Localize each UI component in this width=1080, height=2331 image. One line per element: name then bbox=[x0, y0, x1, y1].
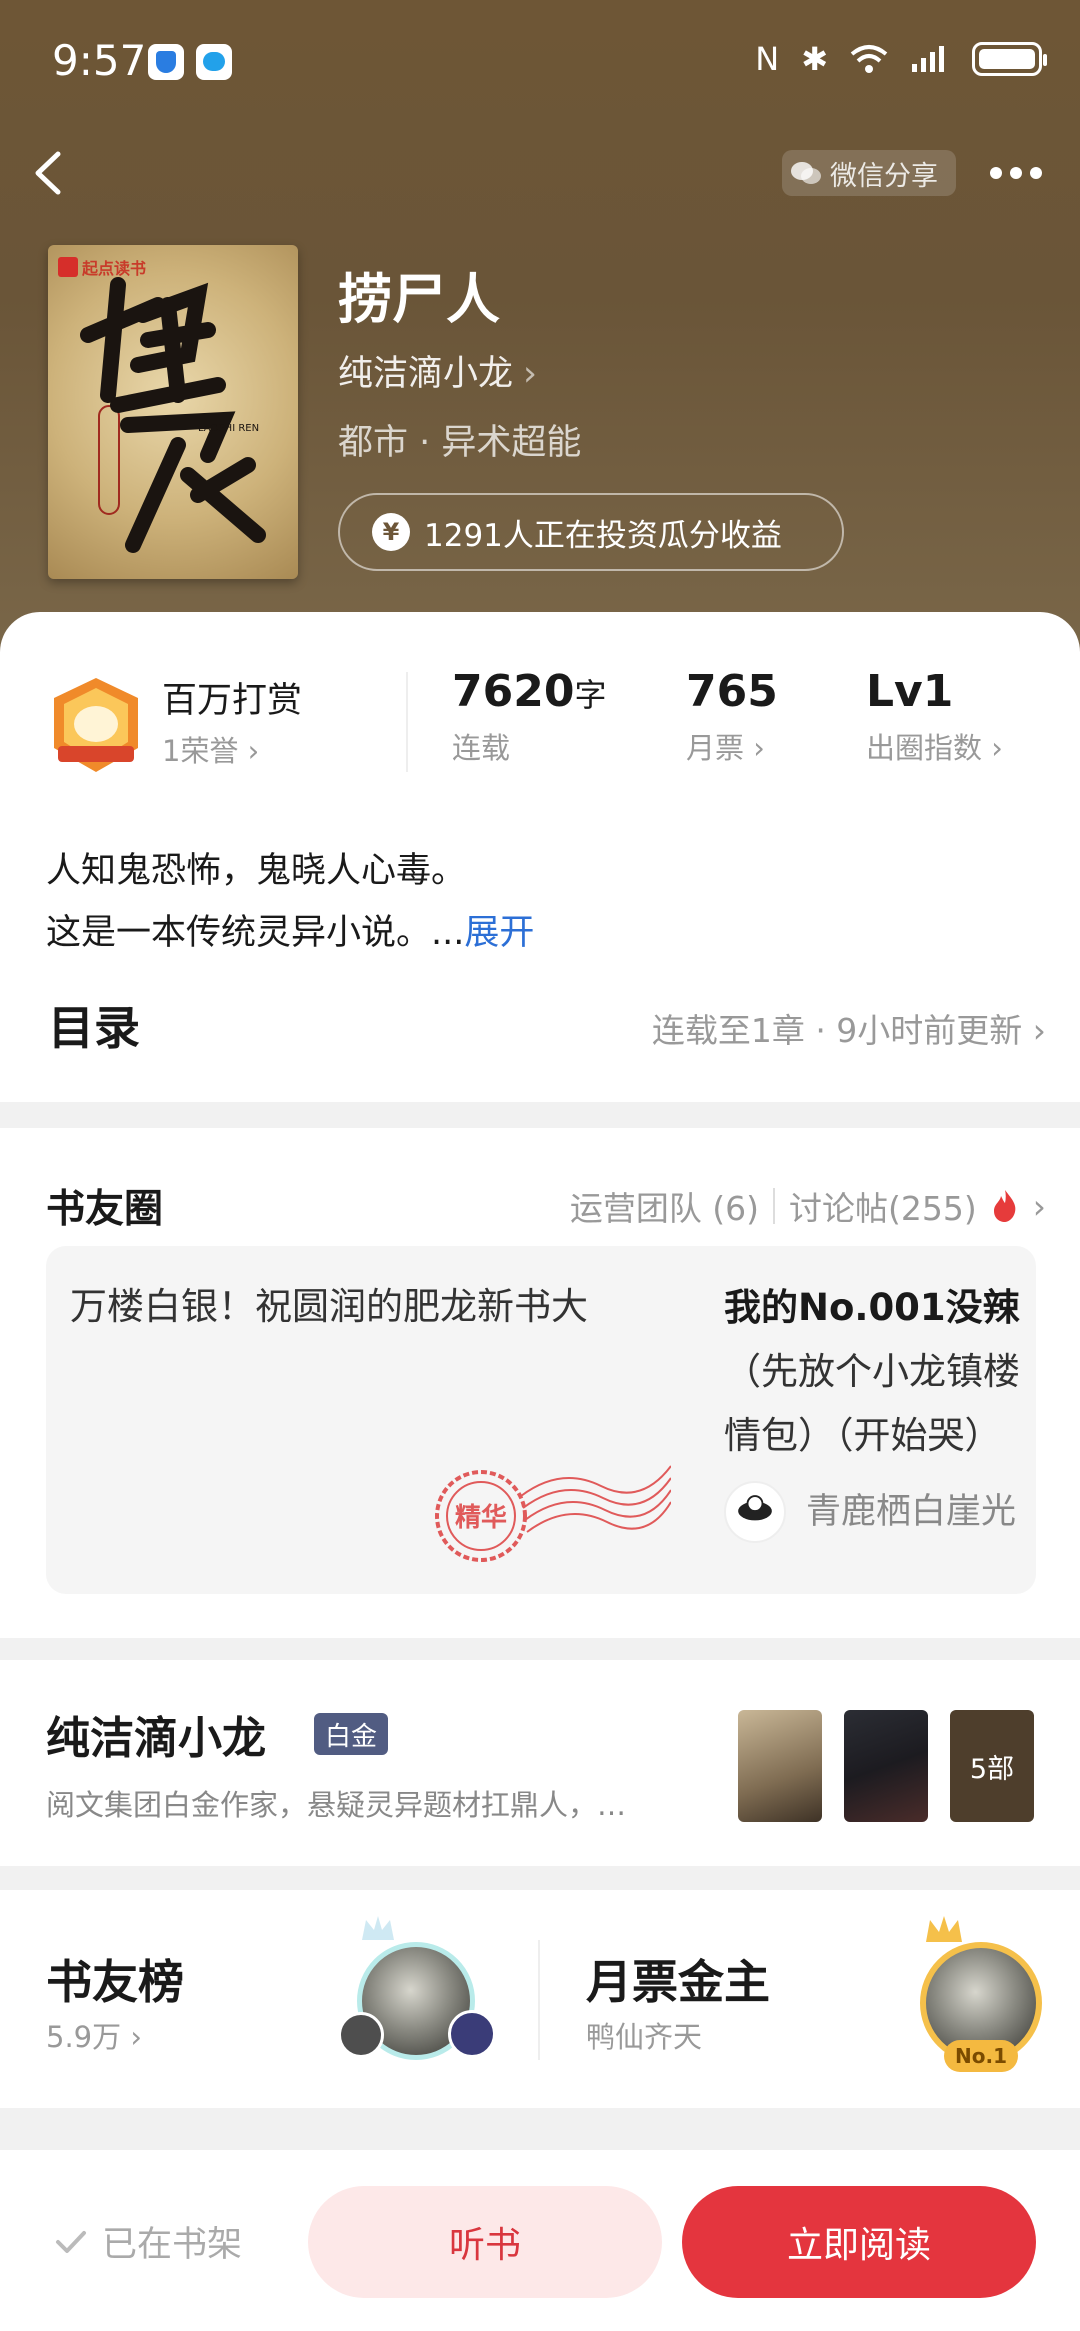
more-dot-icon bbox=[1030, 167, 1042, 179]
battery-icon bbox=[972, 42, 1047, 76]
more-dot-icon bbox=[990, 167, 1002, 179]
circle-title[interactable]: 书友圈 bbox=[46, 1178, 163, 1234]
status-indicators: N ✱ bbox=[755, 40, 1047, 78]
avatar[interactable] bbox=[338, 2012, 384, 2058]
post-card[interactable]: 我的No.001没辣 （先放个小龙镇楼 情包）（开始哭） 青鹿栖白崖光 bbox=[724, 1276, 1080, 1544]
word-count-stat: 7620字 连载 bbox=[452, 666, 607, 765]
ops-team-link[interactable]: 运营团队 (6) bbox=[570, 1182, 759, 1230]
chevron-right-icon: › bbox=[523, 354, 538, 394]
book-info-card: 百万打赏 1荣誉 › 7620字 连载 765 月票 › Lv1 出圈指数 › … bbox=[0, 612, 1080, 1102]
bluetooth-icon: ✱ bbox=[801, 40, 828, 78]
wifi-icon bbox=[850, 45, 888, 73]
divider bbox=[538, 1940, 540, 2060]
author-desc: 阅文集团白金作家，悬疑灵异题材扛鼎人，… bbox=[46, 1788, 627, 1822]
share-label: 微信分享 bbox=[830, 160, 938, 192]
check-icon bbox=[56, 2230, 86, 2253]
on-shelf-indicator[interactable]: 已在书架 bbox=[54, 2216, 242, 2267]
author-book-cover[interactable] bbox=[844, 1710, 928, 1822]
book-header: 9:57 N ✱ 微信分享 起点读书 LAOSHI REN 捞尸人 纯洁滴小龙 ›… bbox=[0, 0, 1080, 660]
reward-badge-icon bbox=[54, 678, 138, 772]
chevron-left-icon bbox=[35, 151, 61, 195]
patron-title[interactable]: 月票金主 bbox=[586, 1946, 770, 2012]
book-cover[interactable]: 起点读书 LAOSHI REN bbox=[48, 245, 298, 579]
divider bbox=[406, 672, 408, 772]
avatar bbox=[724, 1481, 786, 1543]
fans-count-link[interactable]: 5.9万 › bbox=[46, 2014, 142, 2056]
author-link[interactable]: 纯洁滴小龙 › bbox=[338, 345, 537, 396]
book-genre: 都市 · 异术超能 bbox=[338, 423, 582, 463]
circle-meta[interactable]: 运营团队 (6) 讨论帖(255) › bbox=[570, 1182, 1046, 1230]
fans-rank-title[interactable]: 书友榜 bbox=[46, 1946, 184, 2012]
nfc-icon: N bbox=[755, 40, 780, 78]
more-dot-icon bbox=[1010, 167, 1022, 179]
message-app-icon bbox=[196, 44, 232, 80]
crown-icon bbox=[362, 1916, 394, 1940]
gold-crown-icon bbox=[926, 1916, 962, 1942]
invest-text: 1291人正在投资瓜分收益 bbox=[424, 517, 782, 554]
chevron-right-icon: › bbox=[1032, 1011, 1046, 1050]
chevron-right-icon: › bbox=[753, 731, 765, 765]
author-name: 纯洁滴小龙 bbox=[46, 1713, 266, 1764]
chevron-right-icon: › bbox=[1032, 1186, 1046, 1226]
author-section[interactable]: 纯洁滴小龙 白金 阅文集团白金作家，悬疑灵异题材扛鼎人，… 5部 bbox=[0, 1660, 1080, 1866]
bottom-action-bar: 已在书架 听书 立即阅读 bbox=[0, 2150, 1080, 2331]
platinum-badge: 白金 bbox=[314, 1713, 388, 1755]
back-button[interactable] bbox=[30, 148, 66, 198]
book-intro: 人知鬼恐怖，鬼晓人心毒。 这是一本传统灵异小说。...展开 bbox=[46, 851, 535, 953]
yen-icon: ¥ bbox=[372, 513, 410, 551]
author-book-cover[interactable] bbox=[738, 1710, 822, 1822]
patron-name: 鸭仙齐天 bbox=[586, 2020, 703, 2054]
rank-badge: No.1 bbox=[944, 2040, 1018, 2072]
divider bbox=[773, 1188, 776, 1224]
expand-link[interactable]: 展开 bbox=[464, 913, 534, 953]
post-title: 万楼白银！祝圆润的肥龙新书大 bbox=[70, 1285, 588, 1328]
cover-title-art bbox=[80, 277, 266, 553]
flame-icon bbox=[993, 1190, 1016, 1222]
more-options-button[interactable] bbox=[990, 155, 1050, 191]
book-title: 捞尸人 bbox=[338, 268, 500, 331]
chevron-right-icon: › bbox=[130, 2020, 142, 2054]
book-friends-circle: 书友圈 运营团队 (6) 讨论帖(255) › 万楼白银！祝圆润的肥龙新书大 精… bbox=[0, 1128, 1080, 1638]
cover-english: LAOSHI REN bbox=[198, 423, 260, 434]
wechat-icon bbox=[791, 162, 821, 184]
wechat-share-button[interactable]: 微信分享 bbox=[782, 150, 956, 196]
post-author: 青鹿栖白崖光 bbox=[724, 1480, 1080, 1544]
level-stat[interactable]: Lv1 出圈指数 › bbox=[866, 666, 1003, 767]
status-bar: 9:57 N ✱ bbox=[0, 0, 1080, 125]
discussion-count[interactable]: 讨论帖(255) bbox=[789, 1182, 977, 1230]
svg-text:精华: 精华 bbox=[455, 1502, 507, 1533]
chevron-right-icon: › bbox=[247, 734, 260, 768]
ranking-section: 书友榜 5.9万 › 月票金主 鸭仙齐天 No.1 bbox=[0, 1890, 1080, 2108]
post-title: 我的No.001没辣 bbox=[724, 1286, 1020, 1329]
shield-app-icon bbox=[148, 44, 184, 80]
avatar[interactable] bbox=[448, 2010, 496, 2058]
chevron-right-icon: › bbox=[991, 731, 1003, 765]
more-books-button[interactable]: 5部 bbox=[950, 1710, 1034, 1822]
signal-icon bbox=[912, 46, 944, 72]
toc-link[interactable]: 连载至1章 · 9小时前更新 › bbox=[652, 1004, 1046, 1052]
status-time: 9:57 bbox=[52, 36, 147, 85]
listen-button[interactable]: 听书 bbox=[308, 2186, 662, 2298]
read-now-button[interactable]: 立即阅读 bbox=[682, 2186, 1036, 2298]
honor-link[interactable]: 1荣誉 › bbox=[162, 728, 259, 770]
featured-stamp-icon: 精华 bbox=[435, 1465, 671, 1562]
honor-title: 百万打赏 bbox=[162, 681, 303, 721]
invest-button[interactable]: ¥ 1291人正在投资瓜分收益 bbox=[338, 493, 844, 571]
toc-title[interactable]: 目录 bbox=[48, 992, 140, 1058]
monthly-votes-stat[interactable]: 765 月票 › bbox=[686, 666, 778, 767]
